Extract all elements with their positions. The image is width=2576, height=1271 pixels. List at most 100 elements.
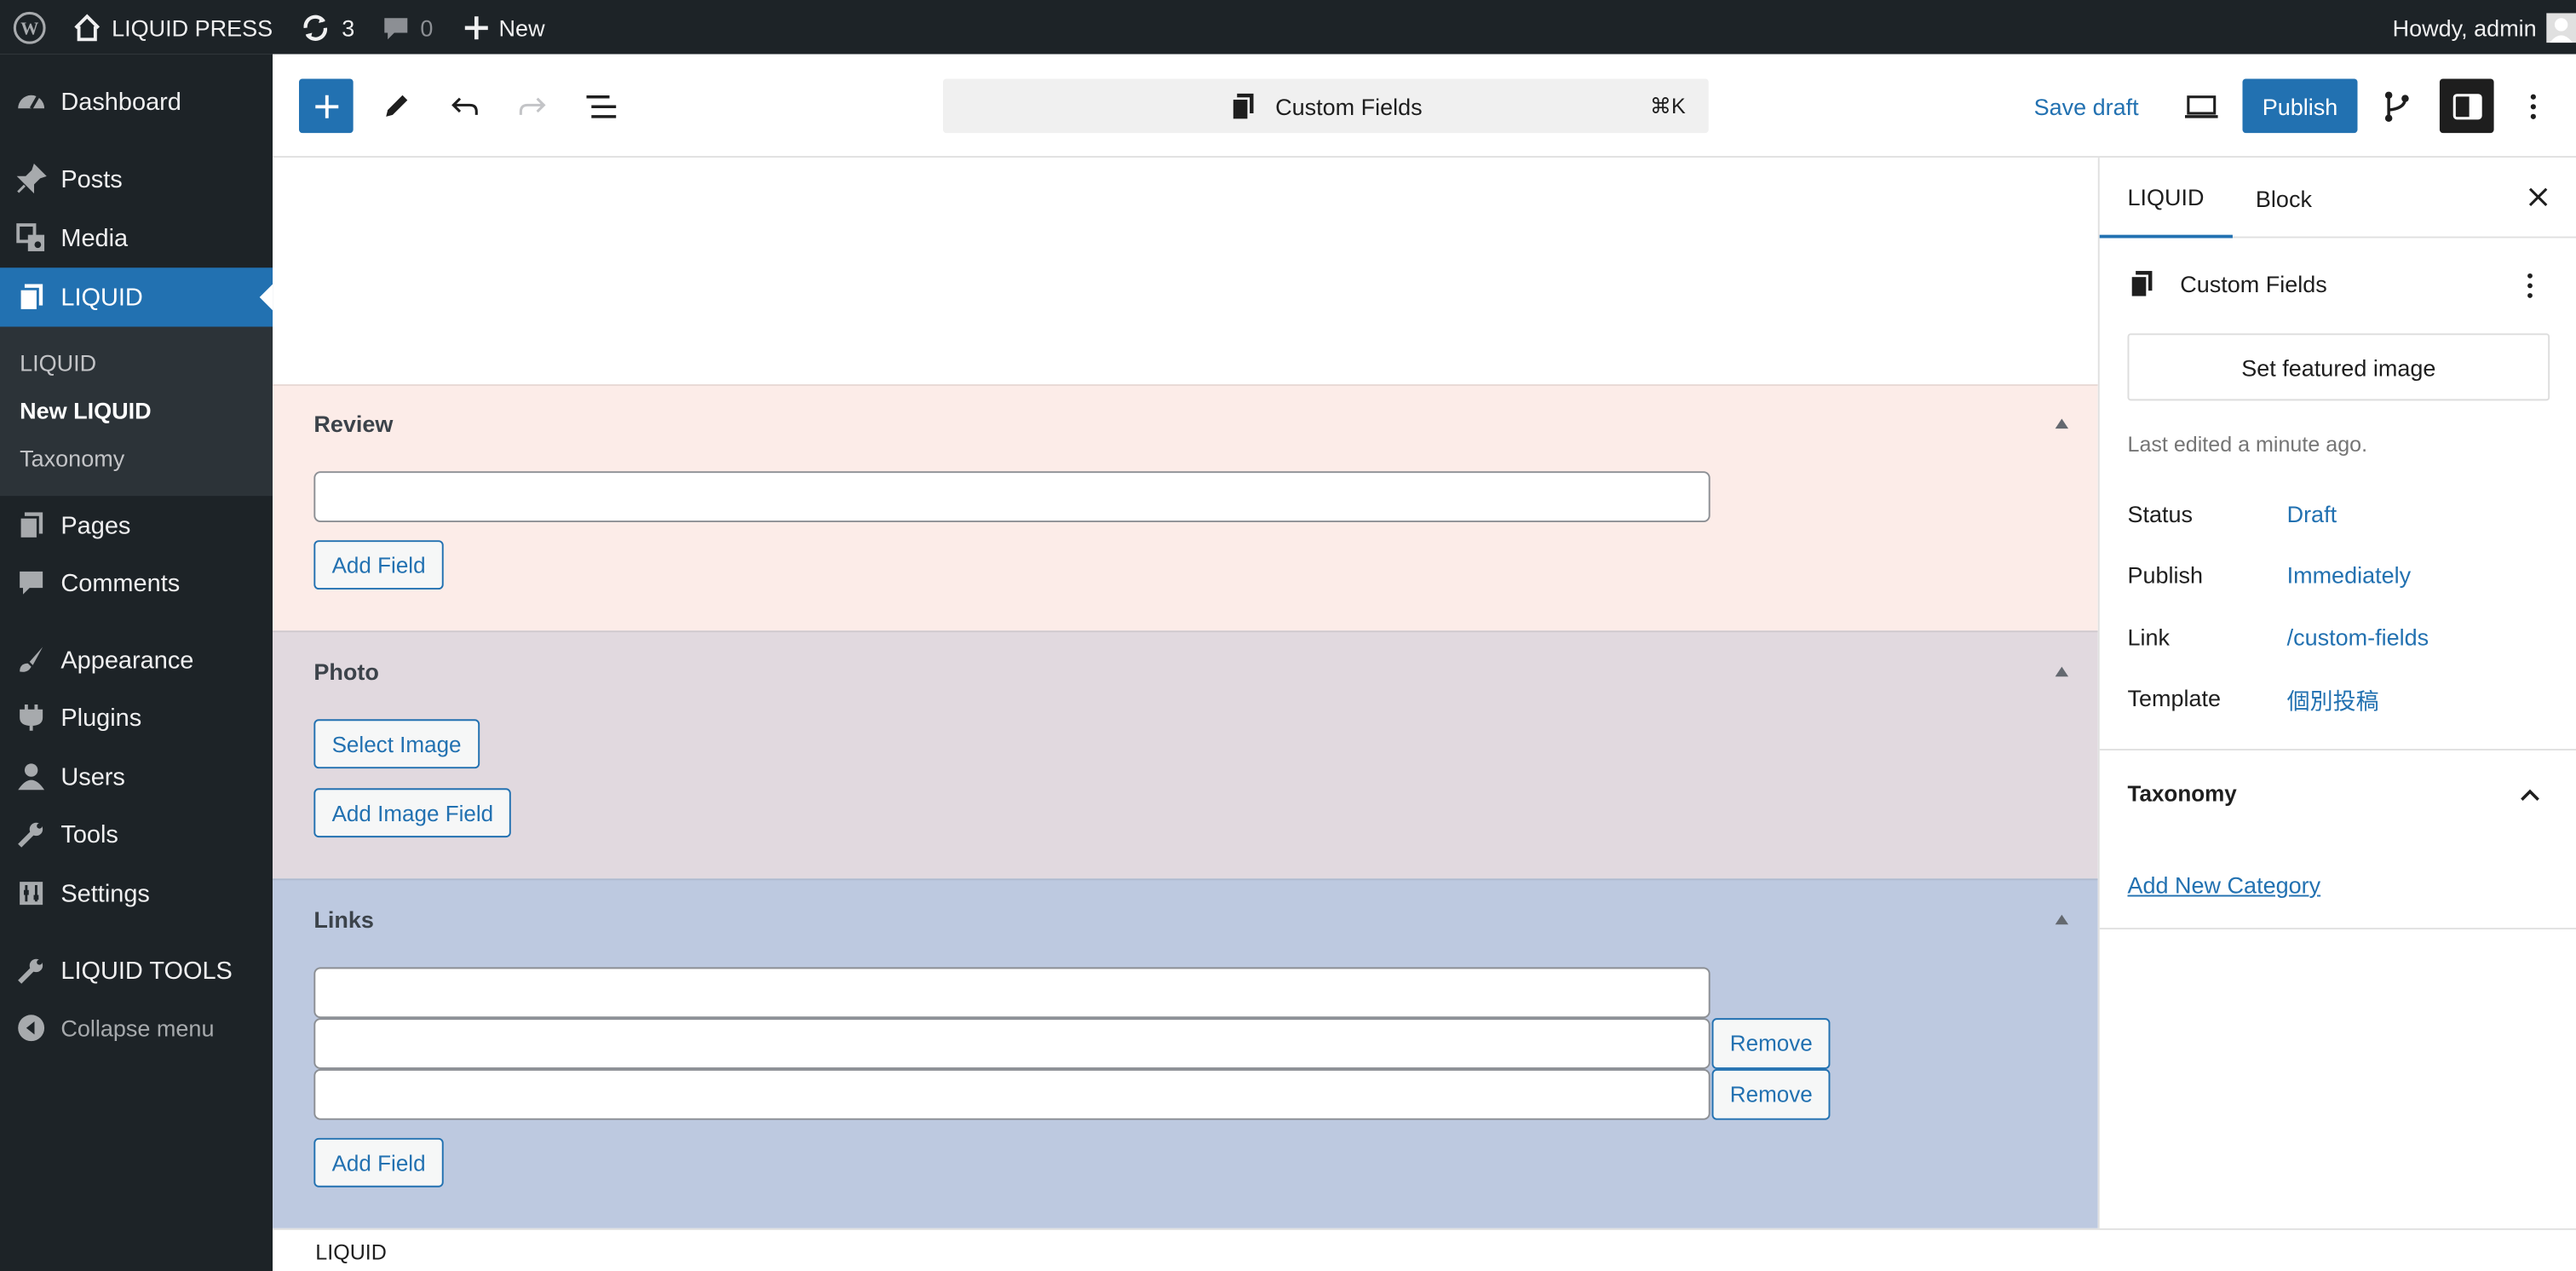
permalink-link[interactable]: /custom-fields — [2287, 624, 2429, 651]
publish-label: Publish — [2127, 561, 2204, 589]
sidebar-item-label: Posts — [60, 164, 123, 193]
sidebar-item-tools[interactable]: Tools — [0, 818, 273, 851]
remove-button[interactable]: Remove — [1711, 1068, 1831, 1120]
photo-metabox: Photo Select Image Add Image Field — [273, 630, 2098, 879]
link-label: Link — [2127, 624, 2171, 651]
branch-icon — [2383, 90, 2408, 122]
metabox-title: Review — [313, 410, 394, 437]
comments-link[interactable]: 0 — [381, 0, 433, 55]
tab-liquid[interactable]: LIQUID — [2099, 158, 2233, 239]
status-value-link[interactable]: Draft — [2287, 501, 2337, 527]
add-new-category-link[interactable]: Add New Category — [2127, 872, 2320, 899]
updates-link[interactable]: 3 — [299, 0, 354, 55]
divider — [2099, 749, 2576, 751]
tab-block[interactable]: Block — [2256, 158, 2312, 238]
collapse-menu-button[interactable]: Collapse menu — [0, 1013, 273, 1043]
wrench-icon — [0, 954, 60, 987]
comment-icon — [383, 17, 407, 39]
liquid-tools-button[interactable] — [2369, 79, 2424, 134]
pages-icon — [0, 281, 60, 314]
wordpress-logo-icon[interactable]: W — [0, 0, 59, 55]
breadcrumb[interactable]: LIQUID — [315, 1239, 387, 1264]
command-palette-bar[interactable]: Custom Fields ⌘K — [942, 78, 1709, 134]
sidebar-item-media[interactable]: Media — [0, 221, 273, 255]
review-metabox: Review Add Field — [273, 384, 2098, 631]
collapse-label: Collapse menu — [60, 1015, 215, 1042]
new-content-link[interactable]: New — [463, 0, 545, 55]
sidebar-item-dashboard[interactable]: Dashboard — [0, 85, 273, 118]
links-metabox: Links Remove Remove Add Field — [273, 878, 2098, 1228]
sidebar-item-comments[interactable]: Comments — [0, 566, 273, 600]
list-view-icon — [585, 95, 616, 118]
svg-text:W: W — [20, 18, 38, 38]
close-settings-button[interactable] — [2518, 177, 2557, 216]
submenu-item-liquid[interactable]: LIQUID — [20, 350, 96, 377]
publish-button[interactable]: Publish — [2242, 78, 2358, 134]
site-name-link[interactable]: LIQUID PRESS — [72, 0, 273, 55]
plus-icon — [464, 15, 488, 39]
chevron-up-icon[interactable] — [2514, 779, 2547, 812]
status-label: Status — [2127, 500, 2194, 527]
template-link[interactable]: 個別投稿 — [2287, 685, 2379, 718]
admin-sidebar: Dashboard Posts Media LIQUID LIQUID New … — [0, 54, 273, 1271]
post-title: Custom Fields — [2180, 271, 2327, 297]
undo-button[interactable] — [437, 79, 492, 134]
settings-tabs: LIQUID Block — [2099, 158, 2576, 239]
refresh-icon — [303, 14, 328, 40]
link-input[interactable] — [313, 1018, 1711, 1069]
sidebar-item-label: Appearance — [60, 646, 194, 675]
sidebar-item-label: Tools — [60, 820, 118, 848]
taxonomy-panel-title[interactable]: Taxonomy — [2127, 782, 2236, 807]
tools-button[interactable] — [368, 79, 423, 134]
options-menu-button[interactable] — [2510, 79, 2556, 134]
template-label: Template — [2127, 684, 2222, 711]
publish-date-link[interactable]: Immediately — [2287, 561, 2412, 588]
save-draft-button[interactable]: Save draft — [2034, 79, 2139, 134]
sidebar-item-liquid-tools[interactable]: LIQUID TOOLS — [0, 954, 273, 987]
sidebar-item-label: LIQUID — [60, 283, 143, 312]
submenu-item-taxonomy[interactable]: Taxonomy — [20, 445, 124, 471]
sidebar-item-pages[interactable]: Pages — [0, 509, 273, 543]
wrench-icon — [0, 818, 60, 851]
block-inserter-button[interactable] — [298, 78, 354, 134]
sidebar-item-appearance[interactable]: Appearance — [0, 644, 273, 677]
set-featured-image-button[interactable]: Set featured image — [2127, 333, 2550, 401]
desktop-icon — [2184, 95, 2217, 118]
plus-icon — [314, 94, 338, 118]
preview-button[interactable] — [2173, 79, 2228, 134]
toggle-arrow-icon[interactable] — [2055, 418, 2069, 429]
review-input[interactable] — [313, 471, 1711, 522]
add-image-field-button[interactable]: Add Image Field — [313, 788, 512, 838]
link-input[interactable] — [313, 1068, 1711, 1120]
settings-icon — [0, 877, 60, 910]
toggle-arrow-icon[interactable] — [2055, 914, 2069, 925]
sidebar-item-posts[interactable]: Posts — [0, 163, 273, 196]
sidebar-item-settings[interactable]: Settings — [0, 877, 273, 910]
post-actions-button[interactable] — [2510, 266, 2550, 305]
media-icon — [0, 221, 60, 255]
more-vertical-icon — [2530, 93, 2536, 118]
sidebar-item-label: Media — [60, 224, 129, 252]
sidebar-item-label: Settings — [60, 879, 150, 908]
remove-button[interactable]: Remove — [1711, 1018, 1831, 1069]
submenu-item-new-liquid[interactable]: New LIQUID — [20, 397, 152, 423]
select-image-button[interactable]: Select Image — [313, 719, 480, 769]
sidebar-item-users[interactable]: Users — [0, 761, 273, 794]
sidebar-item-label: Dashboard — [60, 88, 181, 116]
my-account[interactable]: Howdy, admin — [2393, 0, 2576, 55]
sidebar-icon — [2452, 93, 2481, 119]
document-overview-button[interactable] — [573, 79, 628, 134]
comments-count: 0 — [420, 14, 434, 41]
link-input[interactable] — [313, 967, 1711, 1019]
sidebar-item-liquid[interactable]: LIQUID — [0, 267, 273, 327]
comment-icon — [0, 566, 60, 600]
redo-icon — [518, 96, 545, 114]
sidebar-item-plugins[interactable]: Plugins — [0, 701, 273, 734]
add-field-button[interactable]: Add Field — [313, 540, 444, 590]
settings-sidebar-toggle[interactable] — [2439, 78, 2494, 134]
redo-button[interactable] — [504, 79, 559, 134]
pages-icon — [0, 509, 60, 543]
add-field-button[interactable]: Add Field — [313, 1137, 444, 1188]
sidebar-item-label: Pages — [60, 511, 131, 540]
toggle-arrow-icon[interactable] — [2055, 666, 2069, 677]
